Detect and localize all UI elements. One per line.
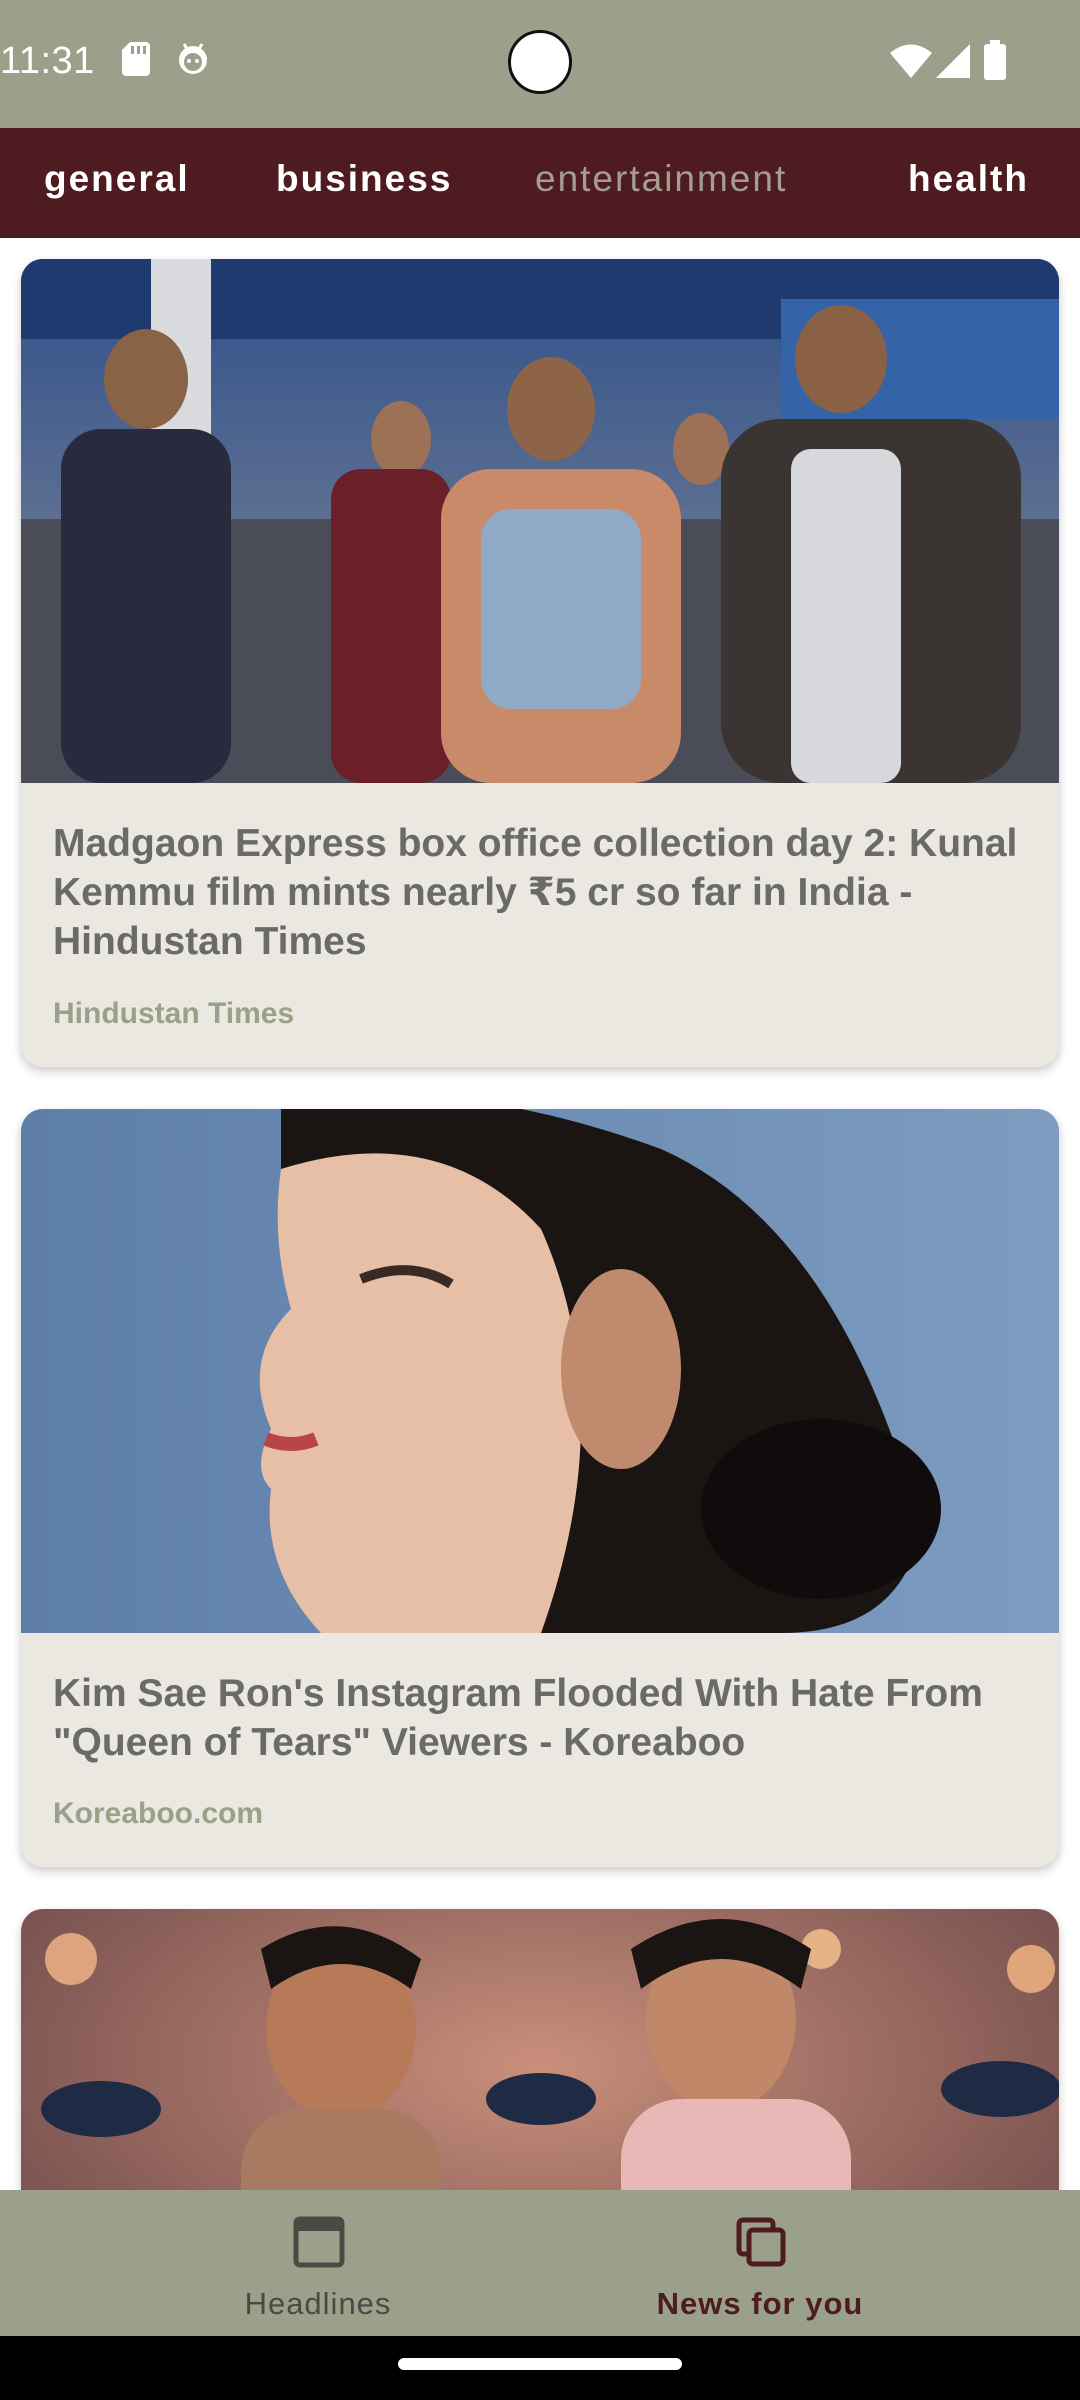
tab-business[interactable]: business	[276, 158, 452, 200]
article-title: Kim Sae Ron's Instagram Flooded With Hat…	[53, 1672, 983, 1764]
tab-health[interactable]: health	[908, 158, 1029, 200]
news-feed[interactable]: Madgaon Express box office collection da…	[0, 238, 1080, 2190]
tab-entertainment[interactable]: entertainment	[535, 158, 787, 200]
category-tab-bar: general business entertainment health	[0, 128, 1080, 238]
news-for-you-icon	[736, 2217, 786, 2267]
battery-icon	[984, 40, 1006, 80]
bottom-navigation: Headlines News for you	[0, 2190, 1080, 2336]
screen: 11:31 general business entertainment hea…	[0, 0, 1080, 2400]
article-image	[21, 259, 1059, 783]
article-title: Madgaon Express box office collection da…	[53, 822, 1018, 963]
status-time: 11:31	[0, 40, 95, 82]
camera-cutout	[508, 30, 572, 94]
cellular-signal-icon	[936, 44, 970, 78]
article-source: Hindustan Times	[53, 997, 295, 1030]
wifi-icon	[890, 44, 932, 78]
article-card[interactable]: Madgaon Express box office collection da…	[21, 259, 1059, 1067]
article-source: Koreaboo.com	[53, 1797, 264, 1830]
tab-general[interactable]: general	[44, 158, 190, 200]
home-gesture-handle[interactable]	[398, 2358, 682, 2370]
sd-card-icon	[122, 42, 150, 76]
article-image	[21, 1109, 1059, 1633]
gesture-navigation-area	[0, 2336, 1080, 2400]
article-image	[21, 1909, 1059, 2190]
headlines-icon	[293, 2216, 345, 2268]
article-card[interactable]: Kim Sae Ron's Instagram Flooded With Hat…	[21, 1109, 1059, 1867]
android-head-icon	[179, 43, 207, 74]
article-card[interactable]	[21, 1909, 1059, 2190]
status-bar: 11:31	[0, 0, 1080, 128]
nav-news-for-you[interactable]: News for you	[490, 2190, 1030, 2336]
nav-news-for-you-label: News for you	[656, 2286, 864, 2321]
